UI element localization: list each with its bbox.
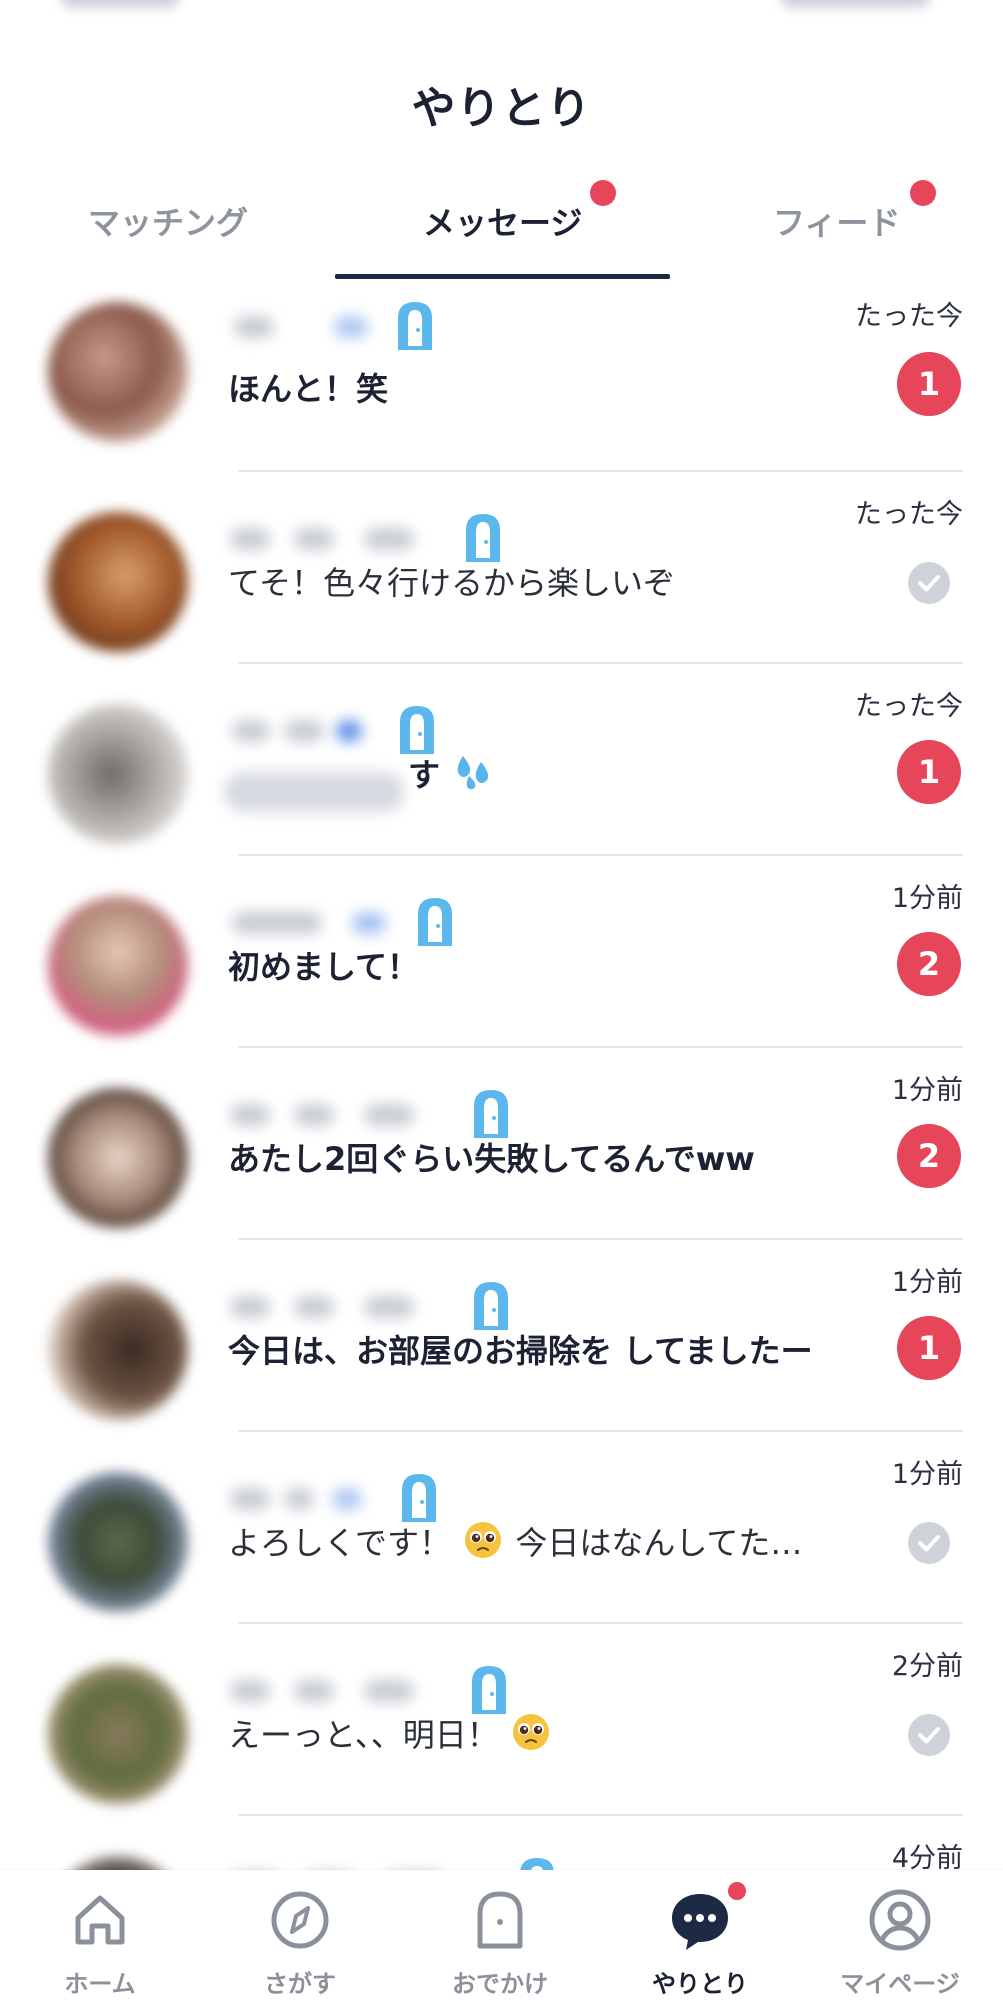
profile-icon: [869, 1889, 931, 1951]
nav-home[interactable]: ホーム: [0, 1870, 200, 2011]
page-title: やりとり: [411, 83, 592, 134]
avatar: [48, 896, 188, 1036]
tab-feed[interactable]: フィード: [670, 178, 1003, 282]
conversation-row[interactable]: てそ！色々行けるから楽しいぞ たった今: [0, 472, 1003, 664]
blurred-username: [224, 518, 454, 560]
door-icon: [400, 706, 434, 754]
timestamp: 1分前: [891, 1267, 963, 1298]
door-icon: [466, 514, 500, 562]
timestamp: 1分前: [891, 883, 963, 914]
active-tab-indicator: [335, 274, 670, 279]
home-icon: [75, 1895, 125, 1945]
door-icon: [418, 898, 452, 946]
tab-bar-top: マッチング メッセージ フィード: [0, 178, 1003, 282]
conversation-row[interactable]: す たった今 1: [0, 664, 1003, 856]
door-icon: [398, 302, 432, 350]
nav-mypage[interactable]: マイページ: [800, 1870, 1000, 2011]
message-preview: てそ！色々行けるから楽しいぞ: [228, 564, 676, 602]
avatar: [48, 1664, 188, 1804]
timestamp: たった今: [855, 301, 963, 332]
nav-messages[interactable]: やりとり: [600, 1870, 800, 2011]
tab-matching-label: マッチング: [88, 204, 249, 242]
timestamp: 2分前: [891, 1651, 963, 1682]
message-preview-text: す: [408, 756, 441, 794]
pleading-face-emoji-icon: [512, 1714, 549, 1750]
conversation-row[interactable]: あたし2回ぐらい失敗してるんでww 1分前 2: [0, 1048, 1003, 1240]
message-preview-tail: す: [408, 750, 499, 796]
compass-icon: [271, 1891, 329, 1949]
tab-feed-notification-dot: [910, 180, 936, 206]
nav-mypage-label: マイページ: [840, 1970, 960, 1998]
message-preview: 今日は、お部屋のお掃除を してましたー: [228, 1332, 813, 1370]
blurred-username: [224, 306, 374, 348]
tab-messages-notification-dot: [590, 180, 616, 206]
conversation-row[interactable]: ほんと！笑 たった今 1: [0, 280, 1003, 472]
message-preview: えーっと、、明日！: [228, 1710, 553, 1756]
read-check-icon: [908, 1714, 950, 1756]
message-preview-text-end: 今日はなんしてた…: [515, 1524, 803, 1562]
door-icon: [472, 1666, 506, 1714]
unread-badge: 2: [897, 932, 961, 996]
message-preview: あたし2回ぐらい失敗してるんでww: [228, 1140, 755, 1178]
conversation-row[interactable]: よろしくです！ 今日はなんしてた… 1分前: [0, 1432, 1003, 1624]
nav-messages-notification-dot: [728, 1882, 746, 1900]
conversation-row[interactable]: 初めまして！ 1分前 2: [0, 856, 1003, 1048]
timestamp: たった今: [855, 691, 963, 722]
blurred-username: [224, 710, 374, 752]
nav-home-label: ホーム: [64, 1970, 136, 1998]
nav-search-label: さがす: [264, 1970, 336, 1998]
blurred-message-text: [224, 772, 404, 812]
timestamp: 1分前: [891, 1459, 963, 1490]
message-preview-text-start: えーっと、、明日！: [228, 1716, 499, 1754]
avatar: [48, 1280, 188, 1420]
messages-screen: やりとり マッチング メッセージ フィード ほんと！笑 たった今 1 てそ！色々…: [0, 0, 1003, 2011]
timestamp: 1分前: [891, 1075, 963, 1106]
conversation-row[interactable]: 今日は、お部屋のお掃除を してましたー 1分前 1: [0, 1240, 1003, 1432]
message-preview: 初めまして！: [228, 948, 420, 986]
sweat-droplets-icon: [457, 756, 489, 790]
tab-messages-label: メッセージ: [423, 204, 583, 242]
blurred-username: [224, 1478, 384, 1520]
chat-bubble-icon: [672, 1894, 728, 1950]
unread-badge: 1: [897, 1316, 961, 1380]
pleading-face-emoji-icon: [465, 1522, 502, 1558]
nav-search[interactable]: さがす: [200, 1870, 400, 2011]
nav-outing[interactable]: おでかけ: [400, 1870, 600, 2011]
avatar: [48, 512, 188, 652]
avatar: [48, 1088, 188, 1228]
blurred-username: [224, 902, 404, 944]
tab-feed-label: フィード: [773, 204, 901, 242]
unread-badge: 1: [897, 352, 961, 416]
conversation-row[interactable]: えーっと、、明日！ 2分前: [0, 1624, 1003, 1816]
message-preview-text-start: よろしくです！: [228, 1524, 452, 1562]
tab-messages[interactable]: メッセージ: [335, 178, 670, 282]
read-check-icon: [908, 1522, 950, 1564]
door-icon: [474, 1282, 508, 1330]
tab-matching[interactable]: マッチング: [0, 178, 335, 282]
message-preview: ほんと！笑: [228, 370, 389, 408]
bottom-navigation: ホーム さがす おでかけ やりとり マイページ: [0, 1870, 1003, 2011]
door-icon: [474, 1090, 508, 1138]
blurred-username: [224, 1286, 464, 1328]
avatar: [48, 1472, 188, 1612]
blurred-username: [224, 1094, 464, 1136]
nav-messages-label: やりとり: [652, 1970, 748, 1998]
avatar: [48, 704, 188, 844]
top-scroll-remnant: [0, 0, 1003, 12]
read-check-icon: [908, 562, 950, 604]
unread-badge: 2: [897, 1124, 961, 1188]
blurred-username: [224, 1670, 454, 1712]
door-icon: [477, 1891, 523, 1949]
timestamp: たった今: [855, 499, 963, 530]
nav-outing-label: おでかけ: [452, 1970, 548, 1998]
message-preview: よろしくです！ 今日はなんしてた…: [228, 1518, 802, 1564]
unread-badge: 1: [897, 740, 961, 804]
door-icon: [402, 1474, 436, 1522]
avatar: [48, 302, 188, 442]
